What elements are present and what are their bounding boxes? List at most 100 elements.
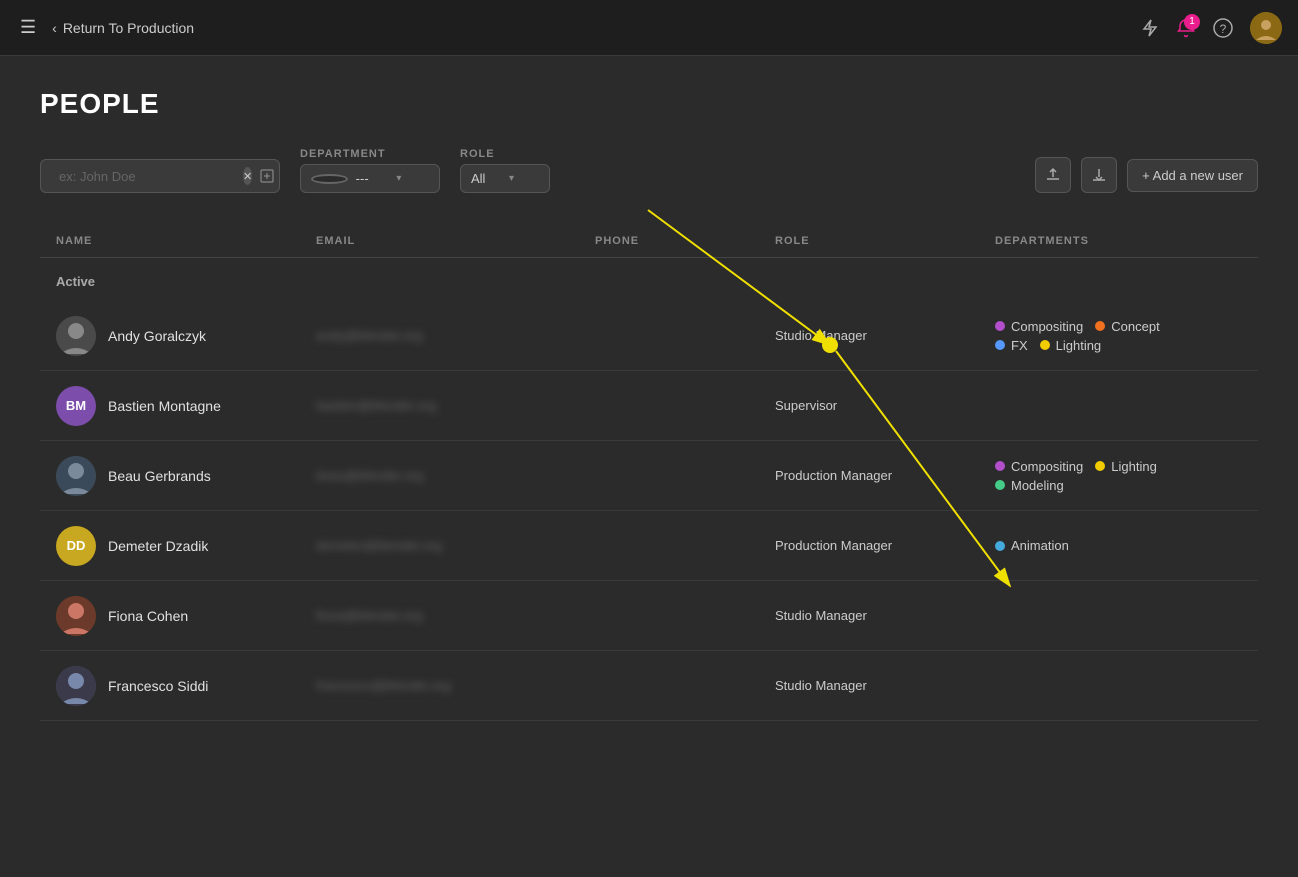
- dept-dot: [995, 480, 1005, 490]
- toolbar-right: + Add a new user: [1035, 157, 1258, 193]
- user-avatar[interactable]: [1250, 12, 1282, 44]
- phone-cell: [579, 604, 759, 628]
- dept-tag: Lighting: [1040, 338, 1102, 353]
- col-header-role: ROLE: [759, 235, 979, 247]
- dept-label: Animation: [1011, 538, 1069, 553]
- search-clear-button[interactable]: ✕: [243, 167, 252, 185]
- bolt-icon: [1140, 18, 1160, 38]
- table-row[interactable]: BM Bastien Montagne bastien@blender.org …: [40, 371, 1258, 441]
- user-name: Andy Goralczyk: [108, 328, 206, 344]
- search-save-button[interactable]: [260, 166, 274, 186]
- dept-tag: FX: [995, 338, 1028, 353]
- dept-dot: [995, 461, 1005, 471]
- role-filter-group: ROLE All ▾: [460, 148, 550, 193]
- avatar: [56, 316, 96, 356]
- table-row[interactable]: Beau Gerbrands beau@blender.org Producti…: [40, 441, 1258, 511]
- phone-cell: [579, 324, 759, 348]
- toolbar-left: ✕ DEPARTMENT --- ▾: [40, 148, 550, 193]
- department-tags: Animation: [995, 538, 1242, 553]
- email-value: bastien@blender.org: [316, 398, 436, 413]
- email-cell: beau@blender.org: [300, 456, 579, 495]
- notification-badge: 1: [1184, 14, 1200, 30]
- dept-label: Concept: [1111, 319, 1159, 334]
- dept-tag: Animation: [995, 538, 1069, 553]
- departments-cell: Animation: [979, 526, 1258, 565]
- role-cell: Supervisor: [759, 386, 979, 425]
- upload-icon: [1045, 167, 1061, 183]
- add-user-label: + Add a new user: [1142, 168, 1243, 183]
- dept-label: Compositing: [1011, 459, 1083, 474]
- role-cell: Studio Manager: [759, 666, 979, 705]
- department-label: DEPARTMENT: [300, 148, 440, 160]
- dept-tag: Lighting: [1095, 459, 1157, 474]
- search-input[interactable]: [59, 169, 235, 184]
- role-select[interactable]: All ▾: [460, 164, 550, 193]
- department-select[interactable]: --- ▾: [300, 164, 440, 193]
- role-cell: Production Manager: [759, 456, 979, 495]
- dept-dot: [1040, 340, 1050, 350]
- dept-tag: Compositing: [995, 319, 1083, 334]
- col-header-name: NAME: [40, 235, 300, 247]
- user-name: Beau Gerbrands: [108, 468, 211, 484]
- name-cell: Beau Gerbrands: [40, 444, 300, 508]
- upload-button[interactable]: [1035, 157, 1071, 193]
- avatar: [56, 596, 96, 636]
- email-value: andy@blender.org: [316, 328, 422, 343]
- people-table: NAME EMAIL PHONE ROLE DEPARTMENTS Active…: [40, 225, 1258, 721]
- col-header-email: EMAIL: [300, 235, 579, 247]
- hamburger-button[interactable]: ☰: [16, 13, 40, 42]
- top-nav: ☰ ‹ Return To Production 1 ?: [0, 0, 1298, 56]
- phone-cell: [579, 534, 759, 558]
- back-icon: ‹: [52, 20, 57, 36]
- add-user-button[interactable]: + Add a new user: [1127, 159, 1258, 192]
- phone-cell: [579, 674, 759, 698]
- avatar: DD: [56, 526, 96, 566]
- dept-label: FX: [1011, 338, 1028, 353]
- dept-label: Modeling: [1011, 478, 1064, 493]
- email-value: fiona@blender.org: [316, 608, 422, 623]
- name-cell: Andy Goralczyk: [40, 304, 300, 368]
- page-title: PEOPLE: [40, 88, 1258, 120]
- dept-tag: Compositing: [995, 459, 1083, 474]
- role-value: All: [471, 171, 501, 186]
- table-row[interactable]: Francesco Siddi francesco@blender.org St…: [40, 651, 1258, 721]
- email-cell: demeter@blender.org: [300, 526, 579, 565]
- dept-tag: Concept: [1095, 319, 1159, 334]
- dept-dot: [995, 340, 1005, 350]
- table-row[interactable]: Fiona Cohen fiona@blender.org Studio Man…: [40, 581, 1258, 651]
- toolbar: ✕ DEPARTMENT --- ▾: [40, 148, 1258, 193]
- phone-cell: [579, 394, 759, 418]
- avatar: [56, 456, 96, 496]
- nav-right: 1 ?: [1140, 12, 1282, 44]
- notification-button[interactable]: 1: [1176, 18, 1196, 38]
- phone-cell: [579, 464, 759, 488]
- table-row[interactable]: Andy Goralczyk andy@blender.org Studio M…: [40, 301, 1258, 371]
- departments-cell: Compositing Lighting Modeling: [979, 447, 1258, 505]
- dept-dot: [1095, 461, 1105, 471]
- avatar: [56, 666, 96, 706]
- department-value: ---: [356, 171, 389, 186]
- email-value: francesco@blender.org: [316, 678, 451, 693]
- departments-cell: [979, 394, 1258, 418]
- download-button[interactable]: [1081, 157, 1117, 193]
- role-cell: Studio Manager: [759, 596, 979, 635]
- dept-label: Lighting: [1056, 338, 1102, 353]
- back-label: Return To Production: [63, 20, 194, 36]
- role-label: ROLE: [460, 148, 550, 160]
- email-cell: andy@blender.org: [300, 316, 579, 355]
- dept-dot: [995, 541, 1005, 551]
- col-header-departments: DEPARTMENTS: [979, 235, 1258, 247]
- department-tags: Compositing Lighting Modeling: [995, 459, 1242, 493]
- help-button[interactable]: ?: [1212, 17, 1234, 39]
- name-cell: BM Bastien Montagne: [40, 374, 300, 438]
- avatar: BM: [56, 386, 96, 426]
- back-to-production-link[interactable]: ‹ Return To Production: [52, 20, 194, 36]
- department-filter-group: DEPARTMENT --- ▾: [300, 148, 440, 193]
- email-cell: fiona@blender.org: [300, 596, 579, 635]
- role-cell: Studio Manager: [759, 316, 979, 355]
- table-row[interactable]: DD Demeter Dzadik demeter@blender.org Pr…: [40, 511, 1258, 581]
- bolt-button[interactable]: [1140, 18, 1160, 38]
- active-section-label: Active: [40, 262, 1258, 301]
- save-search-icon: [260, 169, 274, 183]
- email-cell: francesco@blender.org: [300, 666, 579, 705]
